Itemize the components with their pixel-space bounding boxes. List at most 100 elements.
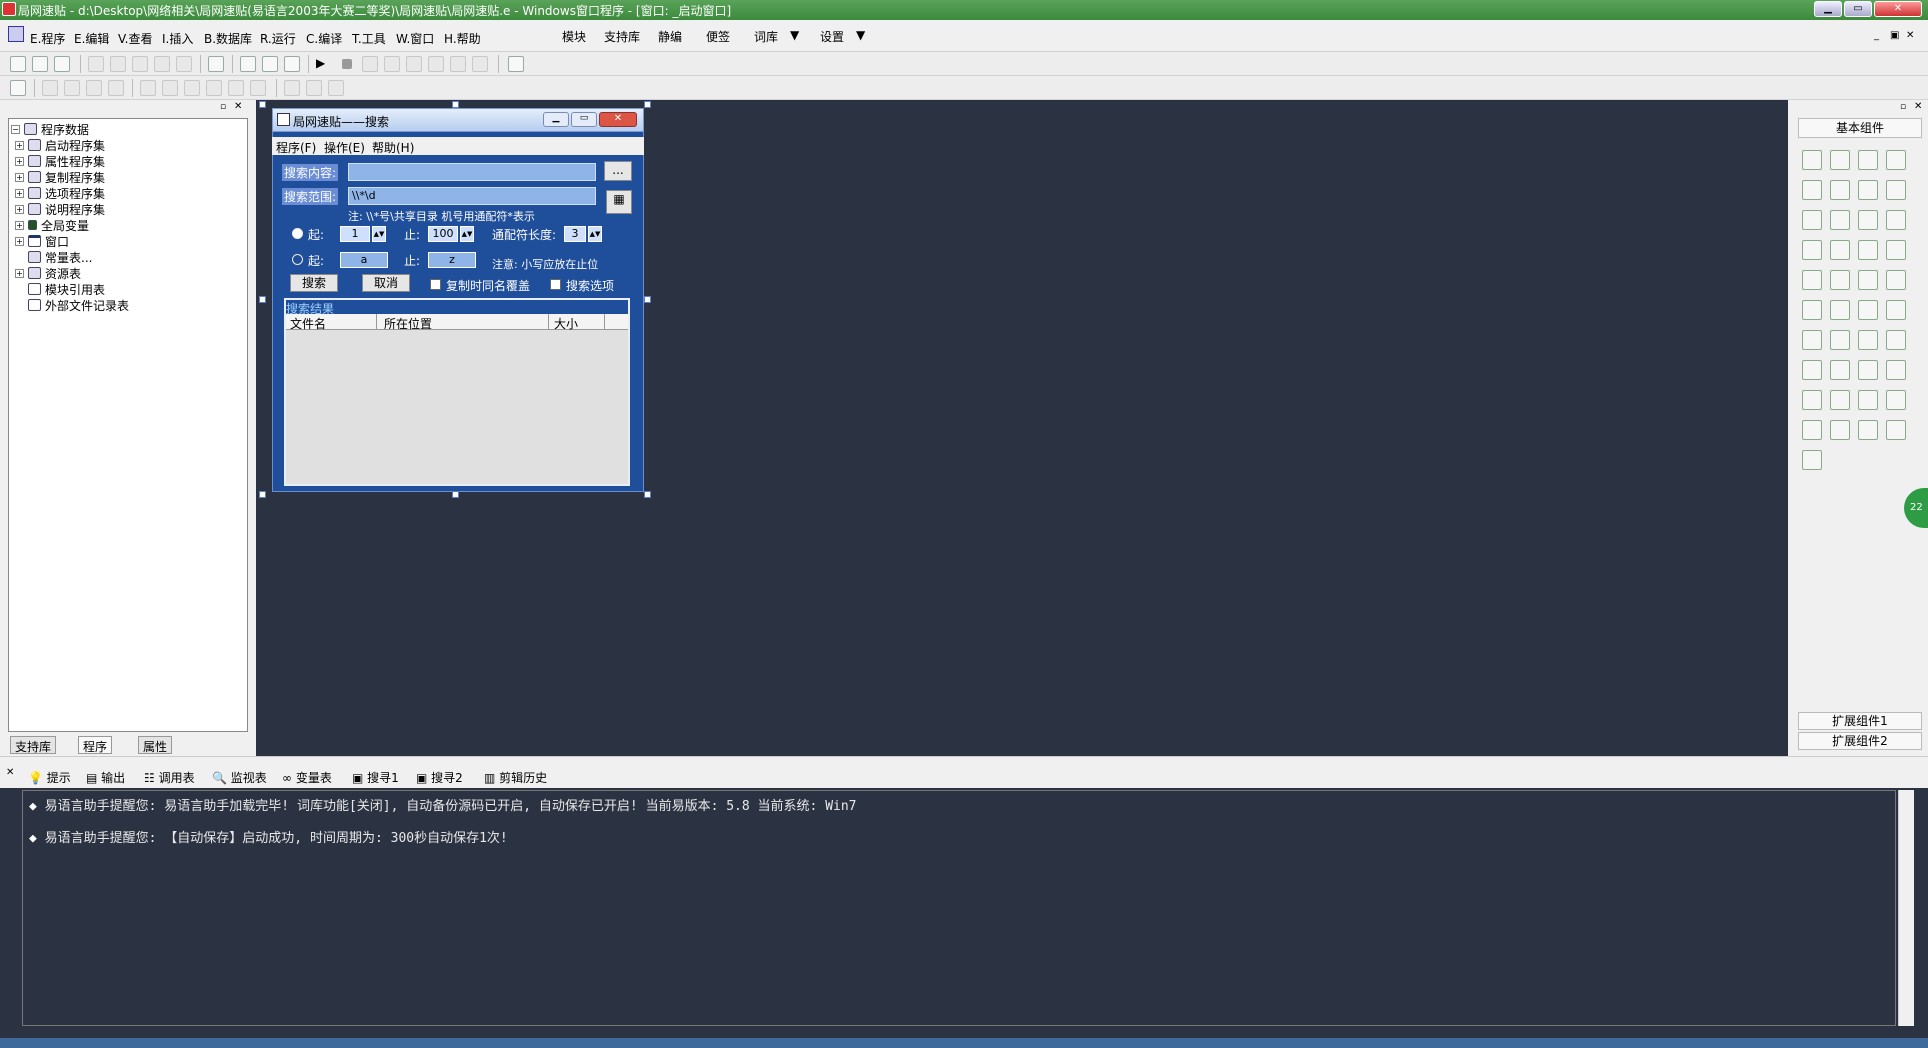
tree-node-external-files[interactable]: 外部文件记录表 (28, 297, 129, 313)
menu-program[interactable]: E.程序 (30, 30, 65, 47)
range-letter-radio[interactable] (292, 254, 303, 265)
collapse-icon[interactable]: − (11, 124, 20, 134)
tree-node-option-set[interactable]: + 选项程序集 (15, 185, 105, 201)
text-icon[interactable] (1858, 180, 1878, 200)
from-spinner[interactable]: ▲▼ (372, 226, 386, 242)
redo-icon[interactable] (154, 56, 170, 72)
tree-node-description-set[interactable]: + 说明程序集 (15, 201, 105, 217)
center-horizontal-icon[interactable] (140, 80, 156, 96)
stop-icon[interactable] (342, 59, 352, 69)
form-menu-help[interactable]: 帮助(H) (372, 139, 414, 156)
search-options-checkbox[interactable] (550, 279, 561, 290)
space-vertical-icon[interactable] (206, 80, 222, 96)
expand-icon[interactable]: + (15, 268, 24, 278)
minimize-button[interactable]: ▁ (1814, 1, 1842, 17)
run-icon[interactable]: ▶ (316, 56, 332, 72)
step-over-icon[interactable] (384, 56, 400, 72)
copy-icon[interactable] (110, 56, 126, 72)
chevron-down-icon[interactable]: ▼ (790, 28, 799, 42)
socket-icon[interactable] (1802, 390, 1822, 410)
chevron-down-icon[interactable]: ▼ (856, 28, 865, 42)
range-number-radio[interactable] (292, 228, 303, 239)
output-close-icon[interactable]: ✕ (6, 767, 14, 778)
tab-properties[interactable]: 属性 (138, 736, 173, 754)
menu-edit[interactable]: E.编辑 (74, 30, 109, 47)
to-spinner[interactable]: ▲▼ (460, 226, 474, 242)
server-icon[interactable] (1858, 360, 1878, 380)
new-file-icon[interactable] (10, 56, 26, 72)
database-icon[interactable] (1886, 390, 1906, 410)
progress-icon[interactable] (1886, 240, 1906, 260)
align-bottom-icon[interactable] (108, 80, 124, 96)
picture-box-icon[interactable] (1830, 180, 1850, 200)
maximize-button[interactable]: ▭ (1844, 1, 1872, 17)
menu-static-compile[interactable]: 静编 (658, 28, 682, 45)
step-into-icon[interactable] (362, 56, 378, 72)
column-size[interactable]: 大小 (554, 315, 578, 332)
tab-search1[interactable]: ▣ 搜寻1 (352, 769, 399, 786)
expand-icon[interactable]: + (15, 236, 24, 246)
menu-lexicon[interactable]: 词库 (754, 28, 778, 45)
ext-components-2[interactable]: 扩展组件2 (1798, 732, 1922, 750)
menu-run[interactable]: R.运行 (260, 30, 296, 47)
align-top-icon[interactable] (86, 80, 102, 96)
save-icon[interactable] (54, 56, 70, 72)
chart-icon[interactable] (1802, 330, 1822, 350)
form-menu-operate[interactable]: 操作(E) (324, 139, 365, 156)
move-icon[interactable] (328, 80, 344, 96)
scrollbar-icon[interactable] (1830, 240, 1850, 260)
tab-variables[interactable]: ∞ 变量表 (282, 769, 332, 786)
checkbox-icon[interactable] (1802, 210, 1822, 230)
calendar-icon[interactable]: ▦ (606, 190, 632, 214)
expand-icon[interactable]: + (15, 220, 24, 230)
helper-icon[interactable] (508, 56, 524, 72)
from-number-input[interactable]: 1 (340, 226, 370, 242)
mdi-close-button[interactable]: ✕ (1906, 30, 1914, 41)
tree-node-constants[interactable]: 常量表... (28, 249, 92, 265)
align-right-icon[interactable] (64, 80, 80, 96)
tree-node-resources[interactable]: + 资源表 (15, 265, 81, 281)
vscroll-icon[interactable] (1858, 240, 1878, 260)
same-height-icon[interactable] (284, 80, 300, 96)
menu-module[interactable]: 模块 (562, 28, 586, 45)
from-letter-input[interactable]: a (340, 252, 388, 268)
grid-icon[interactable] (10, 80, 26, 96)
open-folder-icon[interactable] (32, 56, 48, 72)
tab-watch[interactable]: 🔍 监视表 (212, 769, 267, 786)
clock-icon[interactable] (1802, 360, 1822, 380)
form-minimize-button[interactable]: ▁ (543, 112, 569, 127)
edit-box-icon[interactable] (1802, 180, 1822, 200)
tree-node-global-vars[interactable]: + 全局变量 (15, 217, 89, 233)
cut-icon[interactable] (88, 56, 104, 72)
table-icon[interactable] (1802, 300, 1822, 320)
column-location[interactable]: 所在位置 (384, 315, 432, 332)
breakpoint-icon[interactable] (450, 56, 466, 72)
menu-view[interactable]: V.查看 (118, 30, 152, 47)
output-panel[interactable]: ◆ 易语言助手提醒您: 易语言助手加载完毕! 词库功能[关闭], 自动备份源码已… (22, 790, 1896, 1026)
tab-output[interactable]: ▤ 输出 (86, 769, 125, 786)
tree-root[interactable]: − 程序数据 (11, 121, 89, 137)
paste-icon[interactable] (132, 56, 148, 72)
panel-pin-icon[interactable]: ▫ (220, 102, 226, 112)
network-icon[interactable] (1830, 330, 1850, 350)
search-range-input[interactable]: \\*\d (348, 187, 596, 205)
run-to-cursor-icon[interactable] (428, 56, 444, 72)
graph-icon[interactable] (1858, 420, 1878, 440)
form-maximize-button[interactable]: ▭ (571, 112, 597, 127)
mdi-restore-button[interactable]: ▣ (1890, 30, 1899, 41)
align-left-icon[interactable] (42, 80, 58, 96)
label-icon[interactable] (1830, 150, 1850, 170)
layout-left-icon[interactable] (240, 56, 256, 72)
menu-window[interactable]: W.窗口 (396, 30, 434, 47)
tree-node-window[interactable]: + 窗口 (15, 233, 69, 249)
db-provider-icon[interactable] (1802, 420, 1822, 440)
layout-bottom-icon[interactable] (284, 56, 300, 72)
tab-clip-history[interactable]: ▥ 剪辑历史 (484, 769, 547, 786)
panel-pin-icon[interactable]: ▫ (1900, 102, 1906, 112)
menu-tools[interactable]: T.工具 (352, 30, 386, 47)
grid-icon[interactable] (1886, 330, 1906, 350)
mdi-minimize-button[interactable]: _ (1874, 30, 1879, 41)
browse-button[interactable]: ... (604, 161, 632, 181)
expand-icon[interactable]: + (15, 188, 24, 198)
menu-compile[interactable]: C.编译 (306, 30, 342, 47)
